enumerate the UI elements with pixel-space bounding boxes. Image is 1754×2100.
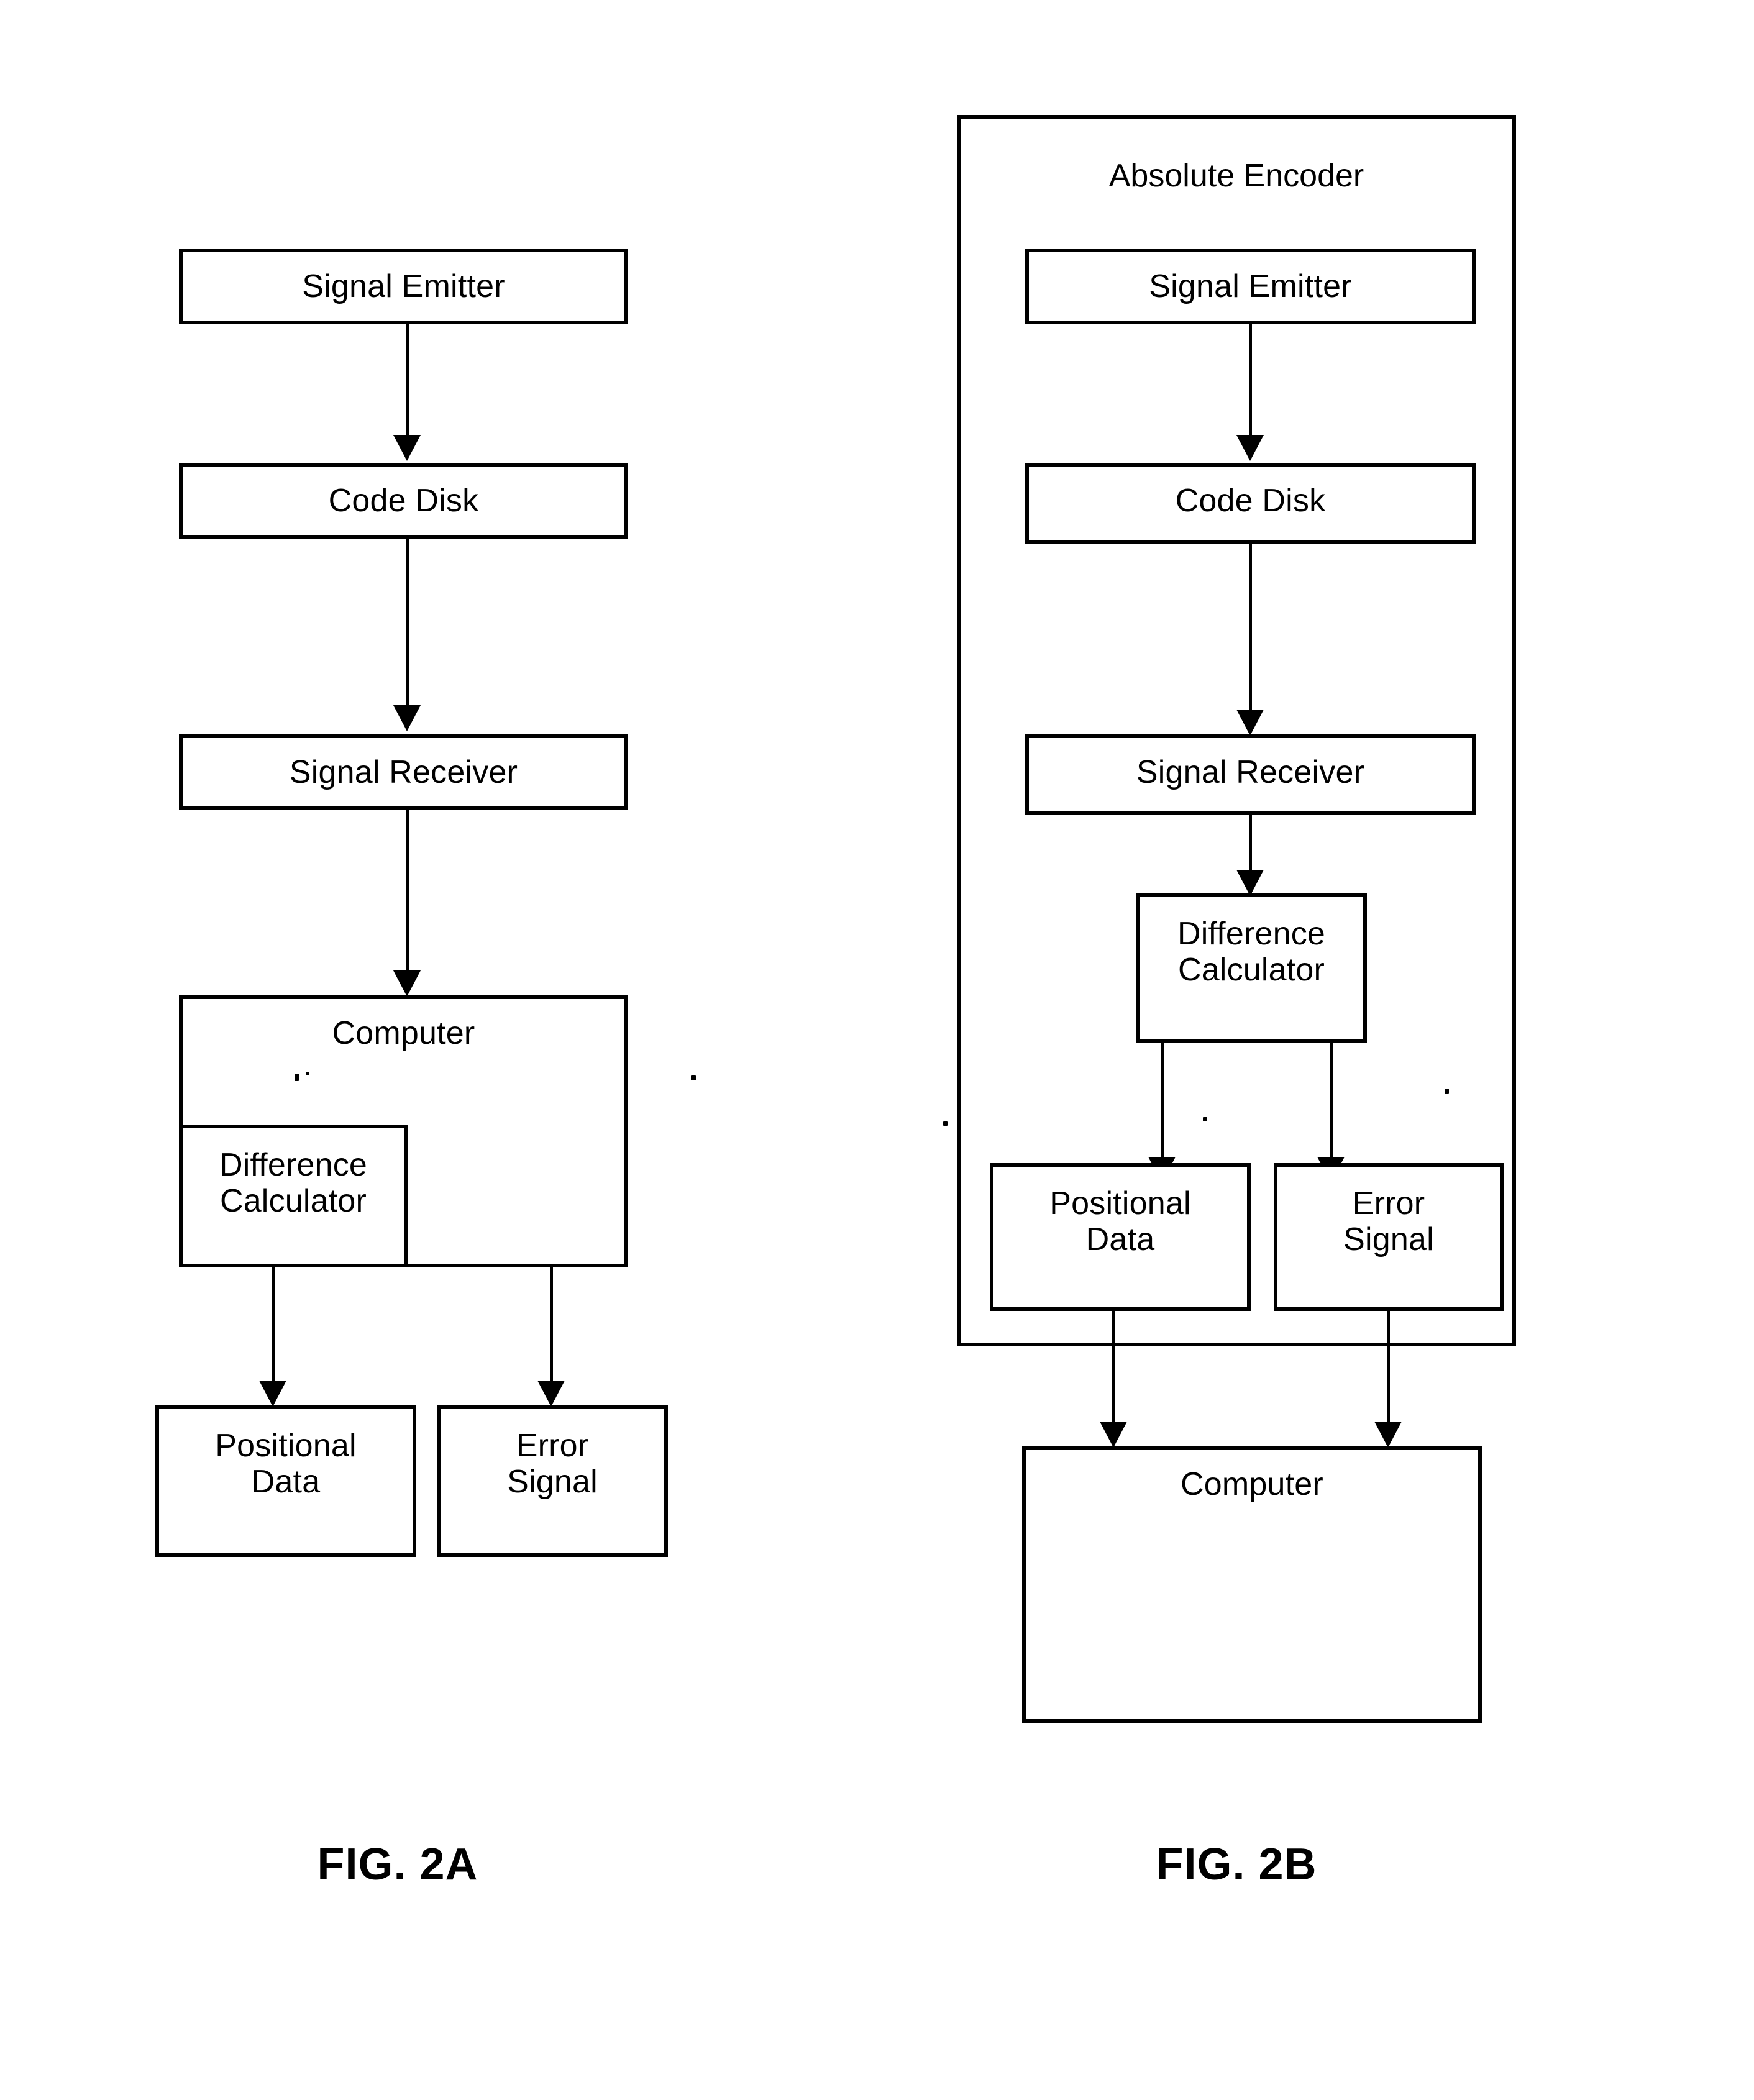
fig2a-difference-calculator-box: Difference Calculator <box>179 1125 408 1267</box>
fig2a-code-disk-label: Code Disk <box>328 483 479 519</box>
fig2a-connector-to-error-signal <box>550 1267 553 1389</box>
scan-speck <box>943 1121 948 1126</box>
fig2b-positional-data-label: Positional Data <box>1049 1185 1191 1258</box>
fig2a-signal-emitter-box: Signal Emitter <box>179 249 628 324</box>
fig2b-connector-positional-to-computer <box>1112 1311 1115 1435</box>
fig2a-error-signal-label: Error Signal <box>507 1428 598 1500</box>
fig2b-code-disk-box: Code Disk <box>1025 463 1476 544</box>
fig2b-connector-difference-to-error <box>1330 1043 1333 1166</box>
fig2b-connector-error-to-computer <box>1387 1311 1390 1435</box>
fig2b-error-signal-box: Error Signal <box>1274 1163 1504 1311</box>
patent-drawing-sheet: Signal Emitter Code Disk Signal Receiver… <box>0 0 1754 2100</box>
fig2a-arrowhead-to-positional-data <box>259 1381 286 1407</box>
fig2a-arrowhead-emitter-to-disk <box>393 435 421 461</box>
fig2b-absolute-encoder-title: Absolute Encoder <box>1108 158 1364 194</box>
fig2b-signal-emitter-label: Signal Emitter <box>1149 268 1352 304</box>
fig2b-computer-label: Computer <box>1181 1466 1323 1502</box>
fig2a-caption: FIG. 2A <box>317 1840 478 1889</box>
fig2a-arrowhead-receiver-to-computer <box>393 970 421 997</box>
fig2a-difference-calculator-label: Difference Calculator <box>219 1147 368 1220</box>
fig2a-connector-disk-to-receiver <box>406 539 409 713</box>
scan-speck <box>1445 1089 1449 1094</box>
fig2b-connector-emitter-to-disk <box>1249 324 1252 442</box>
fig2b-positional-data-box: Positional Data <box>990 1163 1251 1311</box>
fig2a-signal-receiver-label: Signal Receiver <box>289 754 518 790</box>
fig2b-signal-receiver-label: Signal Receiver <box>1136 754 1365 790</box>
fig2b-signal-emitter-box: Signal Emitter <box>1025 249 1476 324</box>
fig2b-arrowhead-positional-to-computer <box>1100 1422 1127 1448</box>
fig2a-signal-receiver-box: Signal Receiver <box>179 734 628 810</box>
fig2a-positional-data-box: Positional Data <box>155 1405 416 1557</box>
fig2b-signal-receiver-box: Signal Receiver <box>1025 734 1476 815</box>
scan-speck <box>1203 1117 1207 1121</box>
fig2a-signal-emitter-label: Signal Emitter <box>302 268 505 304</box>
fig2b-arrowhead-disk-to-receiver <box>1236 710 1264 736</box>
fig2a-connector-emitter-to-disk <box>406 324 409 442</box>
fig2b-caption: FIG. 2B <box>1156 1840 1317 1889</box>
fig2b-error-signal-label: Error Signal <box>1343 1185 1434 1258</box>
fig2b-arrowhead-receiver-to-difference <box>1236 870 1264 896</box>
fig2b-arrowhead-error-to-computer <box>1374 1422 1402 1448</box>
fig2b-connector-difference-to-positional <box>1161 1043 1164 1166</box>
fig2a-error-signal-box: Error Signal <box>437 1405 668 1557</box>
fig2a-code-disk-box: Code Disk <box>179 463 628 539</box>
fig2a-arrowhead-disk-to-receiver <box>393 705 421 731</box>
fig2a-computer-label: Computer <box>332 1015 475 1051</box>
fig2b-difference-calculator-label: Difference Calculator <box>1177 916 1326 988</box>
fig2a-connector-receiver-to-computer <box>406 810 409 978</box>
scan-speck <box>691 1075 696 1080</box>
fig2a-positional-data-label: Positional Data <box>215 1428 357 1500</box>
scan-speck <box>306 1072 309 1075</box>
scan-speck <box>295 1074 299 1081</box>
fig2b-code-disk-label: Code Disk <box>1175 483 1326 519</box>
fig2a-connector-to-positional-data <box>272 1267 275 1389</box>
fig2b-difference-calculator-box: Difference Calculator <box>1136 893 1367 1043</box>
fig2b-connector-disk-to-receiver <box>1249 544 1252 718</box>
fig2b-computer-box: Computer <box>1022 1446 1482 1723</box>
fig2a-arrowhead-to-error-signal <box>537 1381 565 1407</box>
fig2b-arrowhead-emitter-to-disk <box>1236 435 1264 461</box>
